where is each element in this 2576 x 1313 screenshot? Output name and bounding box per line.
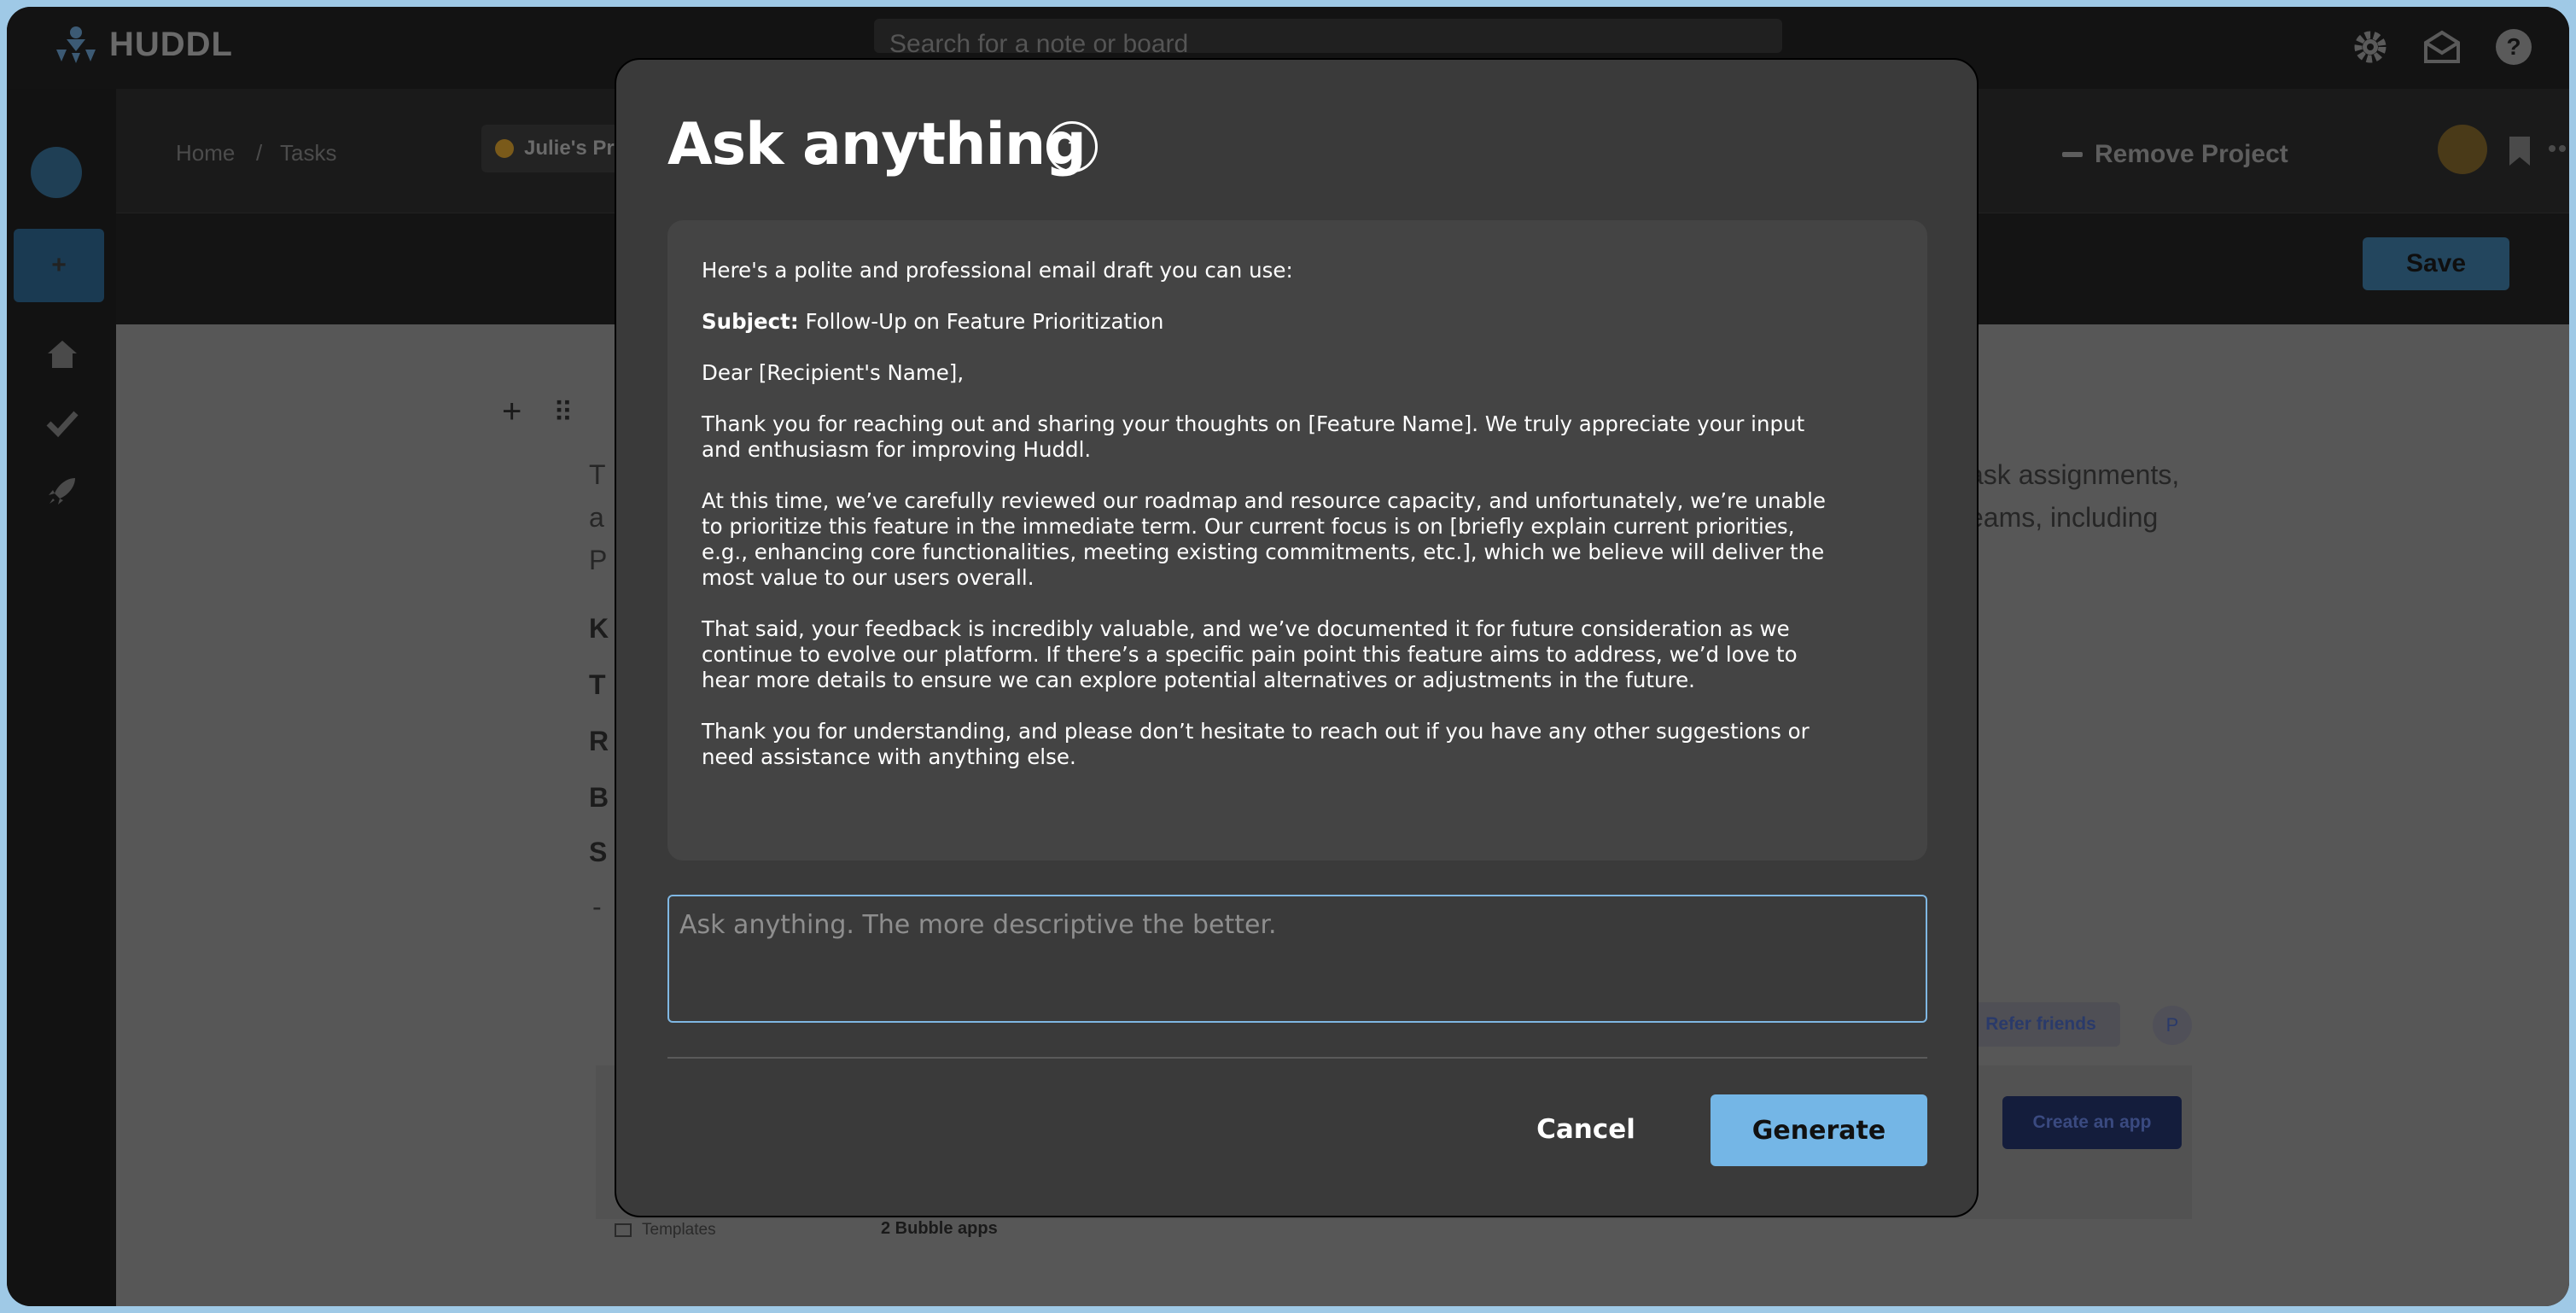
bookmark-icon[interactable] <box>2506 135 2533 167</box>
search-input[interactable]: Search for a note or board <box>874 19 1782 53</box>
response-paragraph: At this time, we’ve carefully reviewed o… <box>702 488 1826 590</box>
bubble-apps-count: 2 Bubble apps <box>881 1219 998 1238</box>
bg-text-line1: ask assignments, <box>1968 459 2180 490</box>
logo-text: HUDDL <box>109 25 233 63</box>
remove-project-button[interactable]: Remove Project <box>2062 140 2288 169</box>
home-icon[interactable] <box>44 336 80 372</box>
bg-letter: K <box>589 613 609 644</box>
ai-assistant-avatar[interactable] <box>2438 125 2487 174</box>
bg-letter: S <box>589 837 608 867</box>
bg-letter: a <box>589 502 604 533</box>
remove-project-label: Remove Project <box>2095 140 2288 168</box>
project-color-dot <box>495 139 514 158</box>
modal-title: Ask anything <box>667 111 1087 178</box>
logo-icon <box>56 26 96 63</box>
breadcrumb-home[interactable]: Home <box>176 140 235 166</box>
sidebar: + <box>7 89 116 1306</box>
response-paragraph: That said, your feedback is incredibly v… <box>702 616 1798 692</box>
add-button[interactable]: + <box>14 229 104 302</box>
ask-input[interactable]: Ask anything. The more descriptive the b… <box>667 895 1927 1023</box>
more-icon[interactable] <box>2547 143 2569 154</box>
divider <box>667 1057 1927 1059</box>
bg-letter: R <box>589 726 609 756</box>
cancel-button[interactable]: Cancel <box>1509 1094 1663 1164</box>
drag-handle-icon[interactable]: ⠿ <box>553 396 573 429</box>
bg-letter: - <box>592 891 602 922</box>
templates-label: Templates <box>642 1221 716 1239</box>
response-greeting: Dear [Recipient's Name], <box>702 360 965 385</box>
bg-letter: P <box>589 545 608 575</box>
profile-chip[interactable]: P <box>2153 1006 2192 1045</box>
response-subject: Subject: Follow-Up on Feature Prioritiza… <box>702 309 1845 335</box>
add-block-icon[interactable]: + <box>502 393 522 431</box>
response-paragraph: Thank you for understanding, and please … <box>702 719 1810 769</box>
help-icon[interactable]: ? <box>2492 26 2535 68</box>
bg-letter: T <box>589 669 606 700</box>
template-icon <box>615 1223 632 1237</box>
huddl-logo[interactable]: HUDDL <box>51 24 233 65</box>
rocket-icon[interactable] <box>44 473 80 509</box>
response-intro: Here's a polite and professional email d… <box>702 258 1293 283</box>
save-button[interactable]: Save <box>2363 237 2509 290</box>
svg-text:?: ? <box>2506 33 2521 60</box>
response-paragraph: Thank you for reaching out and sharing y… <box>702 411 1805 462</box>
create-app-button[interactable]: Create an app <box>2002 1096 2182 1149</box>
templates-link[interactable]: Templates <box>615 1221 716 1240</box>
top-icons: ? <box>2349 26 2535 68</box>
breadcrumb-separator: / <box>256 140 263 166</box>
refer-friends-button[interactable]: Refer friends <box>1961 1002 2120 1047</box>
ask-anything-modal: Ask anything i Here's a polite and profe… <box>615 58 1979 1217</box>
bg-letter: B <box>589 782 609 813</box>
breadcrumb-tasks[interactable]: Tasks <box>280 140 336 166</box>
app-window: HUDDL Search for a note or board ? + Hom… <box>7 7 2569 1306</box>
ai-response: Here's a polite and professional email d… <box>667 220 1927 861</box>
subject-text: Follow-Up on Feature Prioritization <box>798 309 1164 334</box>
generate-button[interactable]: Generate <box>1711 1094 1927 1166</box>
bg-text-line2: eams, including <box>1968 502 2159 533</box>
bg-letter: T <box>589 459 606 490</box>
info-icon[interactable]: i <box>1046 121 1098 172</box>
gear-icon[interactable] <box>2349 26 2392 68</box>
subject-label: Subject: <box>702 309 799 334</box>
workspace-avatar[interactable] <box>31 147 82 198</box>
minus-icon <box>2062 152 2083 157</box>
inbox-icon[interactable] <box>2421 26 2463 68</box>
check-icon[interactable] <box>44 405 80 441</box>
